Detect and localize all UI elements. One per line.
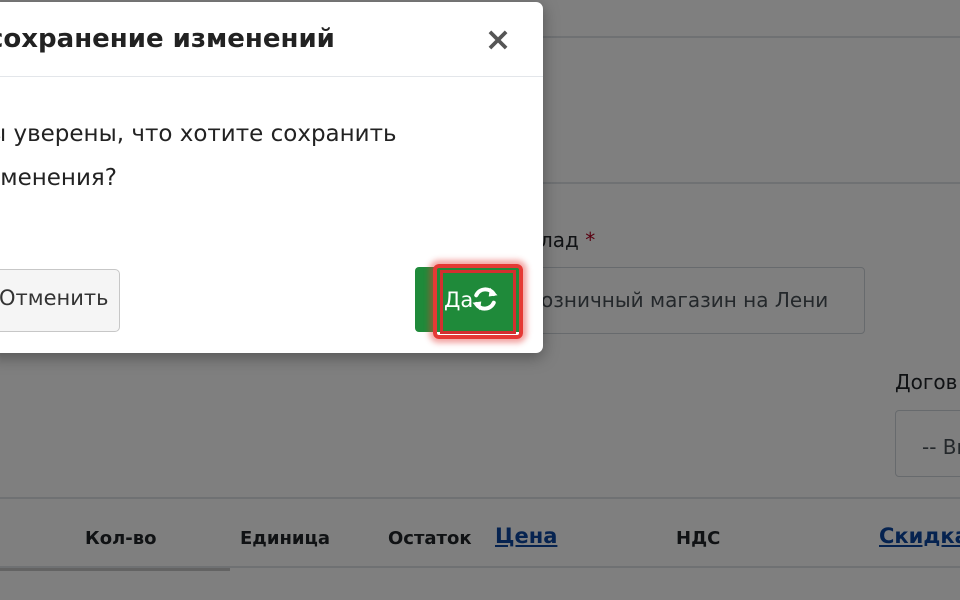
confirm-button-label: Да: [444, 288, 474, 312]
dialog-title: сохранение изменений: [0, 24, 335, 54]
dialog-message: ы уверены, что хотите сохранить зменения…: [0, 112, 508, 200]
dialog-header: сохранение изменений ×: [0, 2, 543, 77]
close-icon[interactable]: ×: [483, 23, 513, 55]
save-changes-dialog: сохранение изменений × ы уверены, что хо…: [0, 2, 543, 353]
dialog-message-line-1: ы уверены, что хотите сохранить: [0, 121, 397, 147]
dialog-message-line-2: зменения?: [0, 165, 117, 191]
cancel-button[interactable]: Отменить: [0, 269, 120, 332]
refresh-icon: [472, 287, 498, 311]
